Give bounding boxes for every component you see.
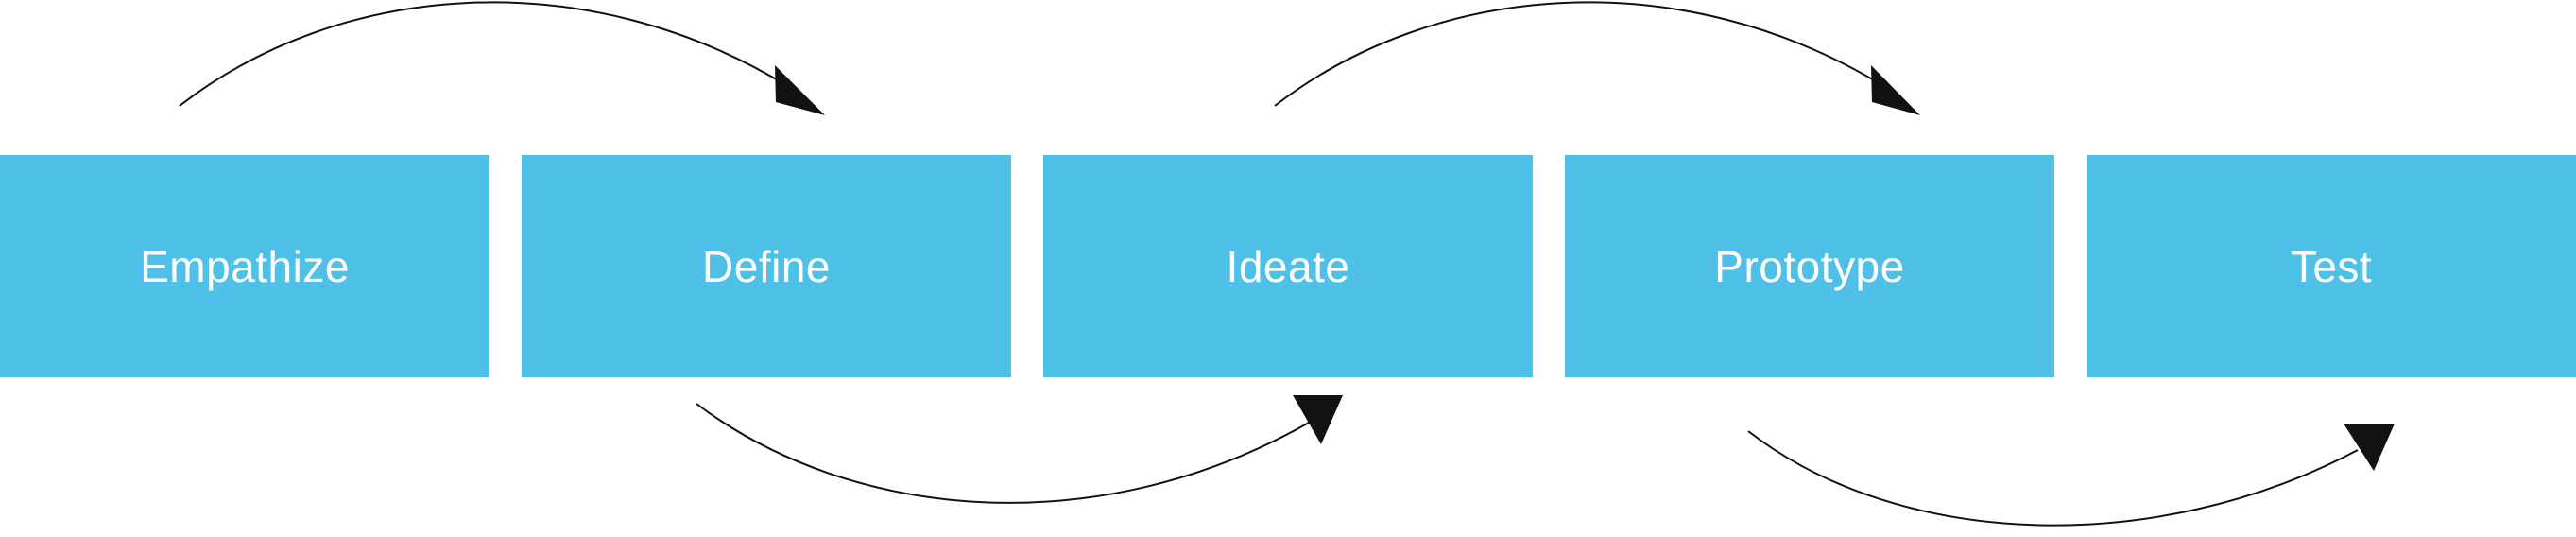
stage-label: Test [2290,241,2373,291]
stage-label: Prototype [1714,241,1905,291]
stage-row: Empathize Define Ideate Prototype Test [0,0,2576,537]
stage-box-empathize: Empathize [0,155,489,377]
stage-label: Define [702,241,831,291]
design-thinking-diagram: Empathize Define Ideate Prototype Test [0,0,2576,537]
stage-box-test: Test [2087,155,2576,377]
stage-box-prototype: Prototype [1565,155,2054,377]
stage-label: Empathize [140,241,350,291]
stage-box-define: Define [522,155,1011,377]
stage-label: Ideate [1226,241,1350,291]
stage-box-ideate: Ideate [1043,155,1533,377]
